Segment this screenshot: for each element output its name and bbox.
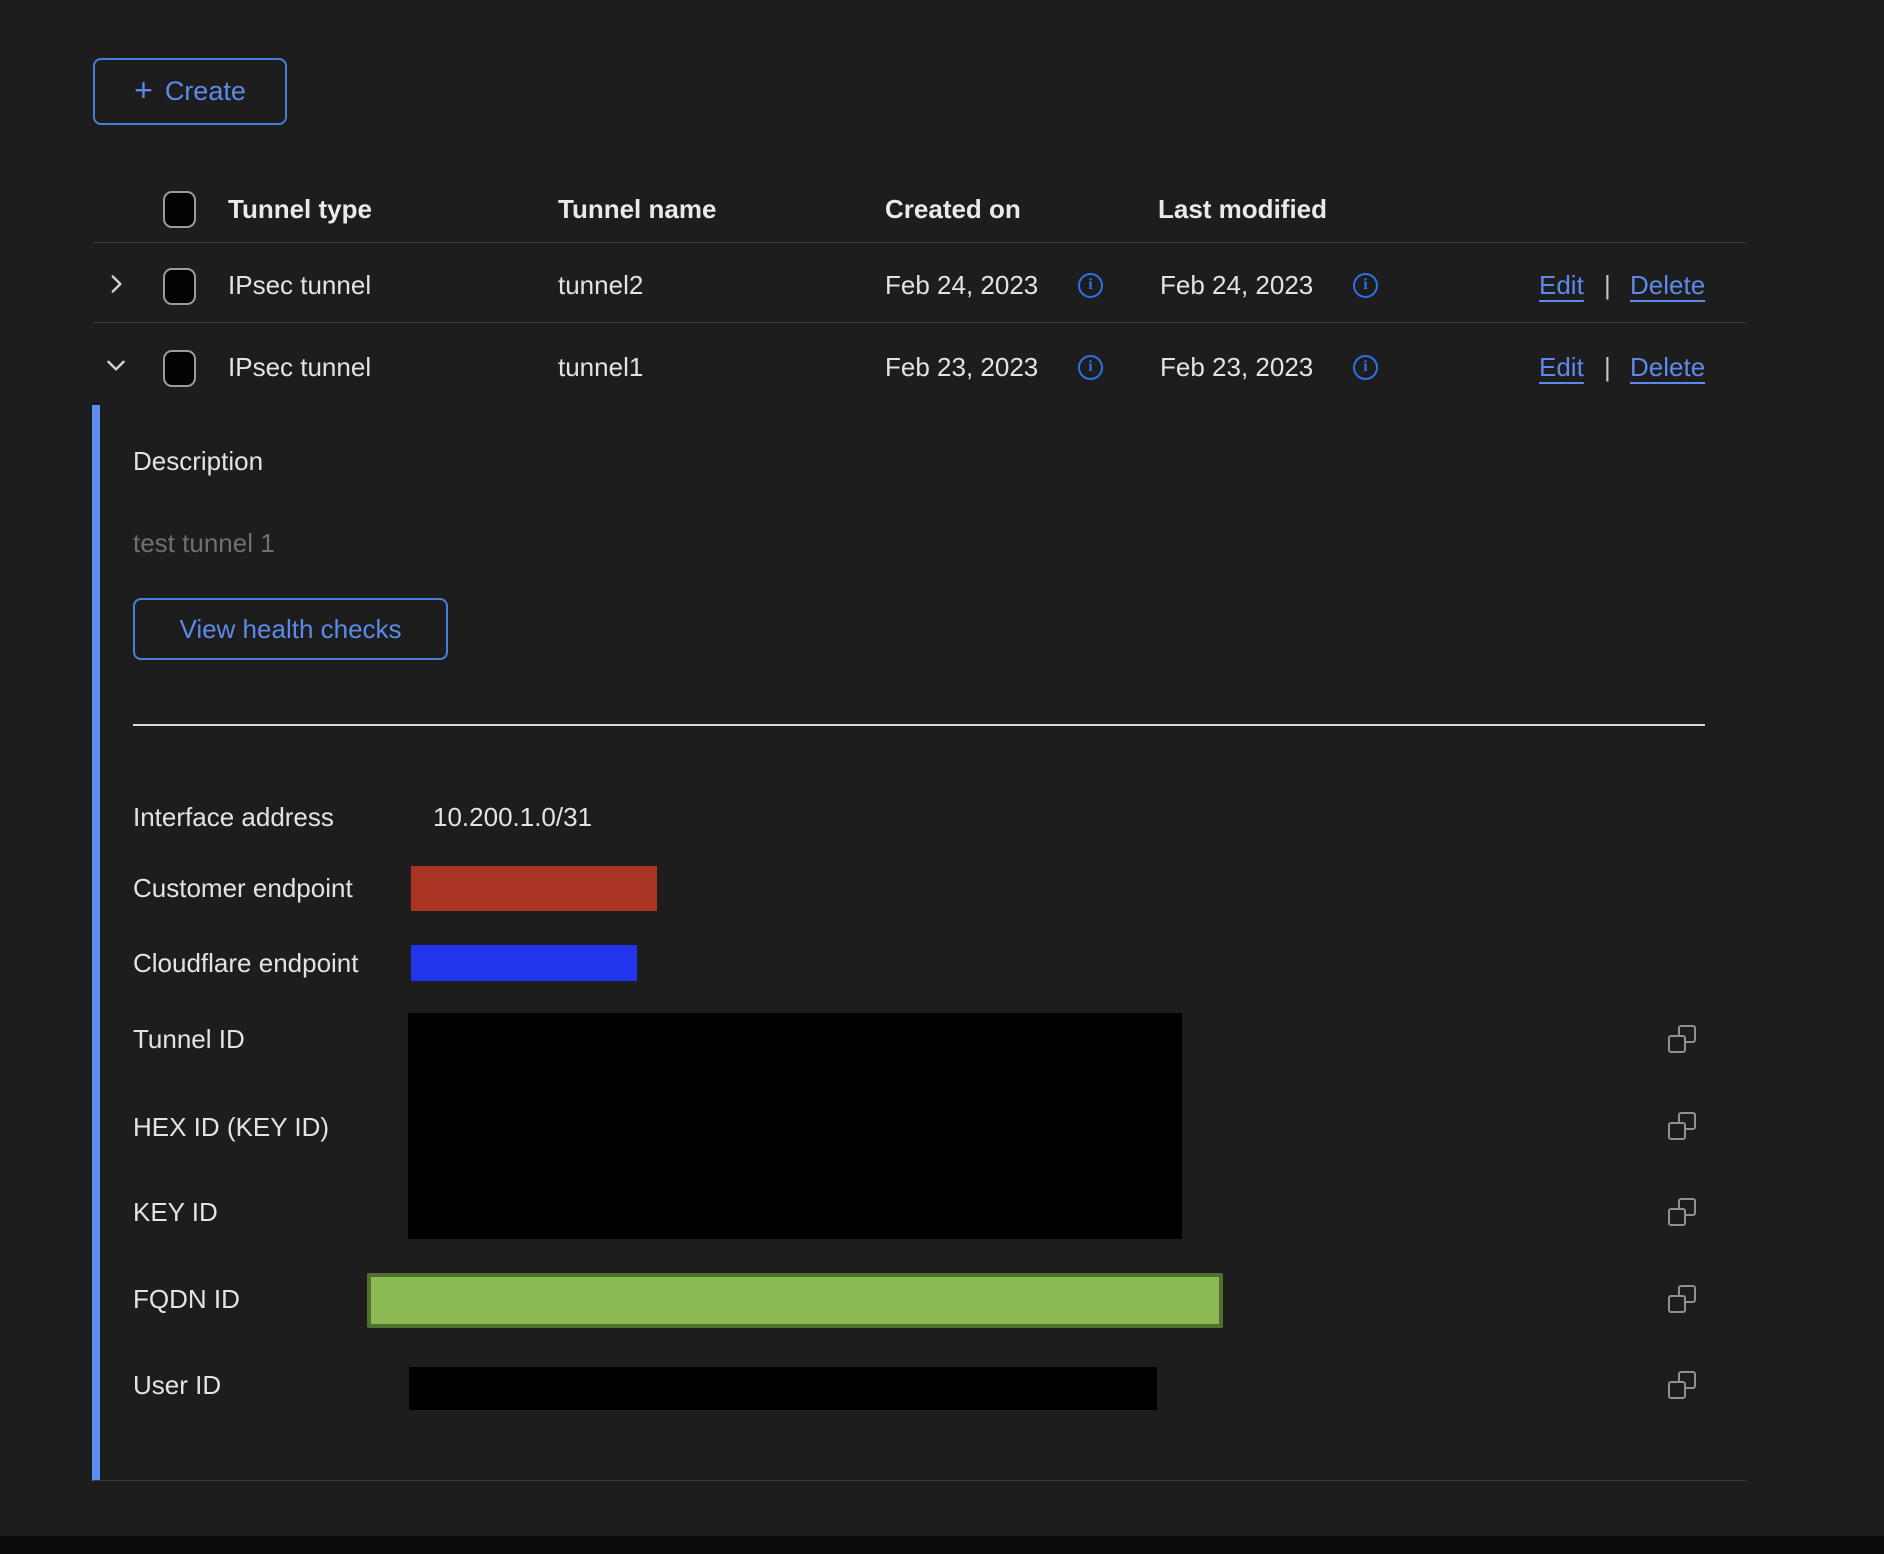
fqdn-id-label: FQDN ID (133, 1283, 240, 1315)
copy-icon[interactable] (1668, 1112, 1696, 1140)
created-on-info-icon[interactable]: i (1078, 355, 1103, 380)
user-id-value-redacted (409, 1367, 1157, 1410)
copy-icon[interactable] (1668, 1285, 1696, 1313)
view-health-checks-button[interactable]: View health checks (133, 598, 448, 660)
interface-address-label: Interface address (133, 801, 334, 833)
panel-bottom-divider (93, 1480, 1746, 1481)
row-checkbox[interactable] (163, 268, 196, 305)
copy-icon[interactable] (1668, 1371, 1696, 1399)
key-id-label: KEY ID (133, 1196, 218, 1228)
cloudflare-endpoint-label: Cloudflare endpoint (133, 947, 359, 979)
expanded-row-accent-bar (92, 405, 100, 1481)
chevron-down-icon[interactable] (103, 352, 129, 378)
header-divider (93, 242, 1746, 243)
description-value: test tunnel 1 (133, 527, 275, 559)
tunnel-type-cell: IPsec tunnel (228, 269, 371, 301)
row-divider (93, 322, 1746, 323)
copy-icon[interactable] (1668, 1198, 1696, 1226)
select-all-checkbox[interactable] (163, 191, 196, 228)
created-on-info-icon[interactable]: i (1078, 273, 1103, 298)
column-header-created-on: Created on (885, 193, 1021, 225)
column-header-last-modified: Last modified (1158, 193, 1327, 225)
action-separator: | (1604, 351, 1611, 383)
panel-divider (133, 724, 1705, 726)
edit-link[interactable]: Edit (1539, 351, 1584, 383)
tunnels-page: + Create Tunnel type Tunnel name Created… (0, 0, 1884, 1554)
action-separator: | (1604, 269, 1611, 301)
cloudflare-endpoint-value-redacted (411, 945, 637, 981)
tunnel-id-label: Tunnel ID (133, 1023, 245, 1055)
last-modified-cell: Feb 24, 2023 (1160, 269, 1313, 301)
fqdn-id-value-redacted (367, 1273, 1223, 1328)
create-button[interactable]: + Create (93, 58, 287, 125)
delete-link[interactable]: Delete (1630, 351, 1705, 383)
user-id-label: User ID (133, 1369, 221, 1401)
last-modified-info-icon[interactable]: i (1353, 273, 1378, 298)
customer-endpoint-label: Customer endpoint (133, 872, 353, 904)
description-label: Description (133, 445, 263, 477)
copy-icon[interactable] (1668, 1025, 1696, 1053)
window-bottom-edge (0, 1536, 1884, 1554)
tunnel-name-cell: tunnel2 (558, 269, 643, 301)
created-on-cell: Feb 23, 2023 (885, 351, 1038, 383)
edit-link[interactable]: Edit (1539, 269, 1584, 301)
chevron-right-icon[interactable] (103, 271, 129, 297)
last-modified-cell: Feb 23, 2023 (1160, 351, 1313, 383)
tunnel-name-cell: tunnel1 (558, 351, 643, 383)
created-on-cell: Feb 24, 2023 (885, 269, 1038, 301)
column-header-tunnel-name: Tunnel name (558, 193, 716, 225)
hex-id-label: HEX ID (KEY ID) (133, 1111, 329, 1143)
column-header-tunnel-type: Tunnel type (228, 193, 372, 225)
create-button-label: Create (165, 76, 246, 107)
row-checkbox[interactable] (163, 350, 196, 387)
view-health-checks-label: View health checks (179, 614, 401, 645)
delete-link[interactable]: Delete (1630, 269, 1705, 301)
tunnel-type-cell: IPsec tunnel (228, 351, 371, 383)
ids-value-redacted (408, 1013, 1182, 1239)
customer-endpoint-value-redacted (411, 866, 657, 911)
plus-icon: + (134, 77, 153, 103)
interface-address-value: 10.200.1.0/31 (433, 801, 592, 833)
last-modified-info-icon[interactable]: i (1353, 355, 1378, 380)
